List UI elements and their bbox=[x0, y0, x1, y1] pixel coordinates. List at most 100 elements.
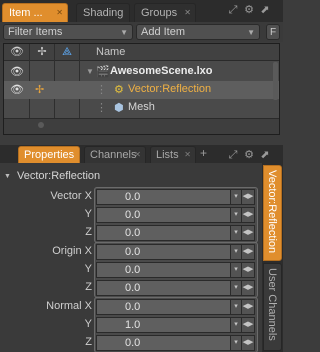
stepper-icon[interactable]: ◀▶ bbox=[242, 299, 255, 315]
tab-properties-label: Properties bbox=[24, 149, 75, 161]
origin-x-input[interactable]: 0.0 bbox=[96, 244, 231, 260]
origin-x-label: Origin X bbox=[52, 245, 92, 257]
add-item-dropdown[interactable]: Add Item ▼ bbox=[136, 24, 260, 40]
expand-icon[interactable]: ⤢ bbox=[227, 3, 239, 17]
vector-y-input[interactable]: 0.0 bbox=[96, 207, 231, 223]
origin-x-row: Origin X 0.0 ▾ ◀▶ bbox=[0, 243, 262, 261]
panel-corner-icons: ⤢ ⚙ ⬈ bbox=[227, 3, 277, 19]
tab-channels-label: Channels bbox=[90, 149, 137, 161]
cube-icon: ⬢ bbox=[114, 102, 124, 114]
gear-icon: ⚙ bbox=[114, 84, 124, 96]
name-column-header[interactable]: Name bbox=[96, 46, 125, 58]
stepper-icon[interactable]: ◀▶ bbox=[242, 335, 255, 351]
popout-icon[interactable]: ⬈ bbox=[259, 3, 271, 17]
stepper-icon[interactable]: ◀▶ bbox=[242, 262, 255, 278]
dropdown-icon[interactable]: ▾ bbox=[231, 317, 242, 333]
normal-z-label: Z bbox=[85, 336, 92, 348]
stepper-icon[interactable]: ◀▶ bbox=[242, 189, 255, 205]
stepper-icon[interactable]: ◀▶ bbox=[242, 280, 255, 296]
vector-z-row: Z 0.0 ▾ ◀▶ bbox=[0, 224, 262, 242]
tree-row-scene[interactable]: 👁 ▼ 🎬 AwesomeScene.lxo bbox=[4, 63, 279, 81]
collapse-triangle-icon[interactable]: ▼ bbox=[86, 67, 94, 76]
close-icon[interactable]: ✕ bbox=[184, 4, 191, 22]
side-tab-vector-reflection[interactable]: Vector:Reflection bbox=[263, 165, 282, 261]
scroll-knob[interactable] bbox=[38, 122, 44, 128]
tree-connector: ⋮ bbox=[96, 84, 107, 96]
dropdown-icon[interactable]: ▾ bbox=[231, 262, 242, 278]
filter-items-dropdown[interactable]: Filter Items ▼ bbox=[3, 24, 133, 40]
normal-x-input[interactable]: 0.0 bbox=[96, 299, 231, 315]
axis-header-icon[interactable]: ⟁ bbox=[60, 45, 74, 59]
eye-icon[interactable]: 👁 bbox=[10, 65, 24, 79]
dropdown-icon[interactable]: ▾ bbox=[231, 189, 242, 205]
tab-lists[interactable]: Lists ✕ bbox=[150, 146, 196, 163]
tree-row-vector-reflection[interactable]: 👁 ✢ ⋮ ⚙ Vector:Reflection bbox=[4, 81, 279, 99]
stepper-icon[interactable]: ◀▶ bbox=[242, 207, 255, 223]
close-icon[interactable]: ✕ bbox=[184, 147, 191, 163]
tree-row-mesh[interactable]: ⋮ ⬢ Mesh bbox=[4, 99, 279, 117]
normal-label: Normal bbox=[46, 300, 82, 312]
side-tab-bar: Vector:Reflection User Channels bbox=[262, 163, 283, 352]
mesh-name: Mesh bbox=[128, 101, 155, 113]
tab-lists-label: Lists bbox=[156, 149, 179, 161]
dropdown-icon[interactable]: ▾ bbox=[231, 280, 242, 296]
tab-shading-label: Shading bbox=[83, 7, 124, 19]
tab-groups[interactable]: Groups ✕ bbox=[134, 3, 196, 22]
tree-connector: ⋮ bbox=[96, 102, 107, 114]
property-group-title: Vector:Reflection bbox=[17, 170, 101, 182]
tab-shading[interactable]: Shading bbox=[76, 3, 130, 22]
dropdown-icon[interactable]: ▾ bbox=[231, 299, 242, 315]
tab-item-list[interactable]: Item ... ✕ bbox=[2, 3, 68, 22]
origin-y-input[interactable]: 0.0 bbox=[96, 262, 231, 278]
origin-y-row: Y 0.0 ▾ ◀▶ bbox=[0, 261, 262, 279]
filter-f-button[interactable]: F bbox=[266, 24, 280, 40]
vector-x-label: Vector X bbox=[50, 190, 92, 202]
vector-y-label: Y bbox=[84, 208, 92, 220]
stepper-icon[interactable]: ◀▶ bbox=[242, 317, 255, 333]
normal-x-row: Normal X 0.0 ▾ ◀▶ bbox=[0, 298, 262, 316]
dropdown-icon[interactable]: ▾ bbox=[231, 244, 242, 260]
normal-z-row: Z 0.0 ▾ ◀▶ bbox=[0, 334, 262, 352]
vector-x-input[interactable]: 0.0 bbox=[96, 189, 231, 205]
tab-channels[interactable]: Channels ✕ bbox=[84, 146, 146, 163]
scene-name: AwesomeScene.lxo bbox=[110, 65, 213, 77]
side-tab-user-channels-label: User Channels bbox=[266, 268, 278, 341]
tab-item-list-label: Item ... bbox=[9, 7, 43, 19]
expand-icon[interactable]: ⤢ bbox=[227, 148, 239, 162]
normal-x-label: Normal X bbox=[46, 300, 92, 312]
gear-icon[interactable]: ⚙ bbox=[243, 148, 255, 162]
add-tab-icon[interactable]: + bbox=[200, 146, 207, 160]
filter-toolbar: Filter Items ▼ Add Item ▼ F bbox=[0, 22, 283, 42]
close-icon[interactable]: ✕ bbox=[134, 147, 141, 163]
tree-vertical-scrollbar[interactable] bbox=[273, 62, 278, 100]
lock-icon[interactable]: ✢ bbox=[35, 83, 49, 97]
filter-items-label: Filter Items bbox=[8, 26, 63, 38]
origin-z-label: Z bbox=[85, 281, 92, 293]
normal-y-input[interactable]: 1.0 bbox=[96, 317, 231, 333]
lock-header-icon[interactable]: ✢ bbox=[35, 45, 49, 59]
gear-icon[interactable]: ⚙ bbox=[243, 3, 255, 17]
dropdown-icon[interactable]: ▾ bbox=[231, 207, 242, 223]
stepper-icon[interactable]: ◀▶ bbox=[242, 244, 255, 260]
eye-icon[interactable]: 👁 bbox=[10, 83, 24, 97]
side-tab-user-channels[interactable]: User Channels bbox=[263, 263, 282, 351]
panel-corner-icons: ⤢ ⚙ ⬈ bbox=[227, 148, 277, 164]
vector-z-label: Z bbox=[85, 226, 92, 238]
tab-properties[interactable]: Properties bbox=[18, 146, 80, 163]
visibility-header-icon[interactable]: 👁 bbox=[10, 45, 24, 59]
vector-z-input[interactable]: 0.0 bbox=[96, 225, 231, 241]
normal-z-input[interactable]: 0.0 bbox=[96, 335, 231, 351]
close-icon[interactable]: ✕ bbox=[56, 4, 63, 22]
normal-y-label: Y bbox=[84, 318, 92, 330]
dropdown-icon[interactable]: ▾ bbox=[231, 335, 242, 351]
item-tree: 👁 ✢ ⟁ Name 👁 ▼ 🎬 AwesomeScene.lxo 👁 ✢ ⋮ … bbox=[3, 43, 280, 135]
origin-z-input[interactable]: 0.0 bbox=[96, 280, 231, 296]
vector-reflection-name: Vector:Reflection bbox=[128, 83, 212, 95]
tree-horizontal-scrollbar[interactable] bbox=[4, 118, 279, 134]
add-item-label: Add Item bbox=[141, 26, 186, 38]
dropdown-icon[interactable]: ▾ bbox=[231, 225, 242, 241]
popout-icon[interactable]: ⬈ bbox=[259, 148, 271, 162]
property-group-header[interactable]: ▼ Vector:Reflection bbox=[4, 168, 260, 184]
stepper-icon[interactable]: ◀▶ bbox=[242, 225, 255, 241]
origin-label: Origin bbox=[52, 245, 82, 257]
